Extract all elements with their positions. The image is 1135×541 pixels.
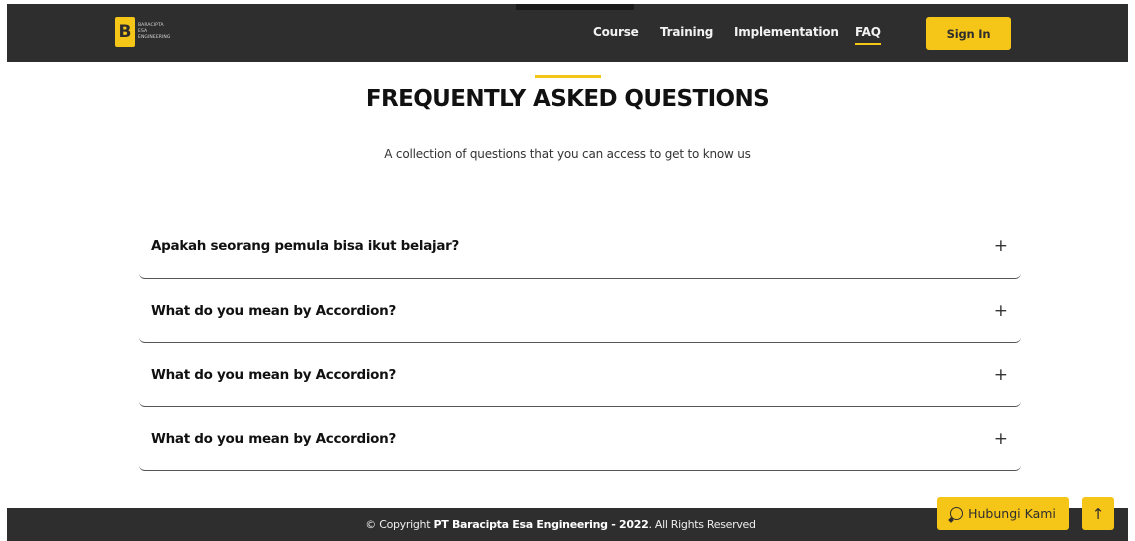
top-navbar: B BARACIPTA ESA ENGINEERING Course Train…	[7, 4, 1128, 62]
accordion-item[interactable]: What do you mean by Accordion? +	[139, 279, 1021, 343]
accordion-question: Apakah seorang pemula bisa ikut belajar?	[151, 238, 460, 254]
faq-accordion: Apakah seorang pemula bisa ikut belajar?…	[139, 214, 1021, 471]
nav-link-faq[interactable]: FAQ	[855, 25, 881, 45]
page-subtitle: A collection of questions that you can a…	[384, 147, 751, 161]
accordion-item[interactable]: What do you mean by Accordion? +	[139, 343, 1021, 407]
accordion-item[interactable]: Apakah seorang pemula bisa ikut belajar?…	[139, 214, 1021, 279]
plus-icon[interactable]: +	[994, 343, 1008, 406]
plus-icon[interactable]: +	[994, 279, 1008, 342]
whatsapp-contact-button[interactable]: Hubungi Kami	[937, 497, 1069, 530]
scroll-to-top-button[interactable]: ↑	[1082, 497, 1114, 530]
accordion-item[interactable]: What do you mean by Accordion? +	[139, 407, 1021, 471]
plus-icon[interactable]: +	[994, 407, 1008, 470]
copyright-text: © Copyright PT Baracipta Esa Engineering…	[365, 518, 756, 531]
plus-icon[interactable]: +	[994, 214, 1008, 278]
accordion-question: What do you mean by Accordion?	[151, 430, 396, 447]
nav-link-training[interactable]: Training	[660, 25, 713, 39]
copyright-suffix: . All Rights Reserved	[648, 518, 756, 531]
copyright-company: PT Baracipta Esa Engineering - 2022	[433, 518, 649, 531]
accordion-question: What do you mean by Accordion?	[151, 366, 396, 383]
sign-in-button[interactable]: Sign In	[926, 17, 1011, 50]
copyright-prefix: © Copyright	[365, 518, 434, 531]
arrow-up-icon: ↑	[1091, 504, 1105, 523]
accordion-question: What do you mean by Accordion?	[151, 302, 396, 319]
whatsapp-icon	[950, 507, 964, 520]
whatsapp-button-label: Hubungi Kami	[968, 506, 1056, 521]
nav-link-course[interactable]: Course	[593, 25, 639, 39]
page-title: FREQUENTLY ASKED QUESTIONS	[365, 86, 770, 112]
nav-link-implementation[interactable]: Implementation	[734, 25, 839, 39]
title-accent-bar	[535, 75, 601, 78]
